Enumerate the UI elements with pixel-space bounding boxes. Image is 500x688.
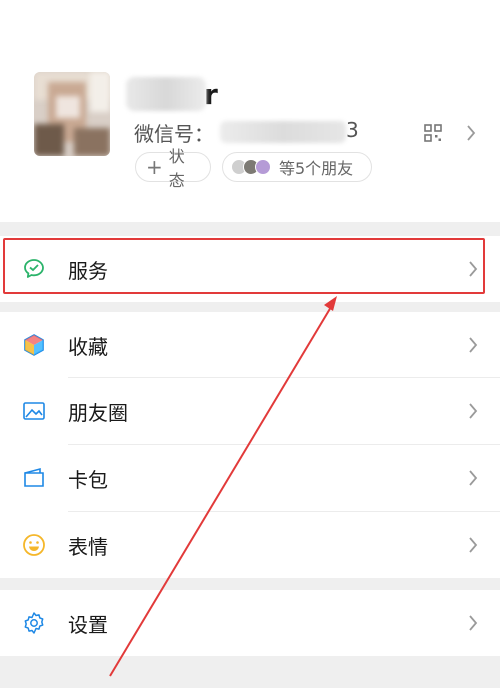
avatar[interactable] bbox=[34, 72, 110, 156]
menu-item-moments[interactable]: 朋友圈 bbox=[0, 378, 500, 444]
menu-item-label: 卡包 bbox=[68, 467, 108, 492]
menu-item-label: 表情 bbox=[68, 534, 108, 559]
name-redaction bbox=[126, 77, 206, 111]
chevron-right-icon bbox=[469, 615, 478, 631]
friends-chip-label: 等5个朋友 bbox=[279, 159, 354, 178]
cards-icon bbox=[24, 467, 44, 487]
wechat-id-redaction bbox=[220, 121, 346, 143]
menu-item-label: 朋友圈 bbox=[68, 400, 128, 425]
profile-name: r bbox=[126, 72, 218, 116]
chevron-right-icon bbox=[469, 337, 478, 353]
chevron-right-icon bbox=[469, 403, 478, 419]
name-visible-part: r bbox=[204, 77, 218, 111]
favorites-icon bbox=[24, 334, 44, 356]
plus-icon: + bbox=[146, 155, 163, 179]
chevron-right-icon[interactable] bbox=[466, 124, 476, 142]
menu-item-settings[interactable]: 设置 bbox=[0, 590, 500, 656]
menu-item-cards[interactable]: 卡包 bbox=[0, 445, 500, 511]
profile-header[interactable]: r 微信号： 3 + 状态 等5个朋友 bbox=[0, 0, 500, 222]
status-chip-label: 状态 bbox=[168, 147, 185, 190]
wechat-id-tail: 3 bbox=[346, 118, 359, 142]
bottom-gap bbox=[0, 656, 500, 688]
section-gap bbox=[0, 302, 500, 312]
chevron-right-icon bbox=[469, 537, 478, 553]
section-gap bbox=[0, 578, 500, 590]
chevron-right-icon bbox=[469, 470, 478, 486]
settings-icon bbox=[24, 612, 44, 634]
moments-icon bbox=[23, 402, 45, 420]
qr-code-icon[interactable] bbox=[424, 124, 442, 142]
stickers-icon bbox=[23, 534, 45, 556]
status-chip[interactable]: + 状态 bbox=[135, 147, 211, 190]
menu-item-favorites[interactable]: 收藏 bbox=[0, 312, 500, 378]
friend-avatar bbox=[255, 159, 271, 175]
menu-item-label: 设置 bbox=[68, 612, 108, 637]
friends-status-chip[interactable]: 等5个朋友 bbox=[222, 152, 372, 182]
highlight-box bbox=[3, 238, 485, 294]
section-gap bbox=[0, 222, 500, 236]
menu-item-stickers[interactable]: 表情 bbox=[0, 512, 500, 578]
menu-item-label: 收藏 bbox=[68, 334, 108, 359]
